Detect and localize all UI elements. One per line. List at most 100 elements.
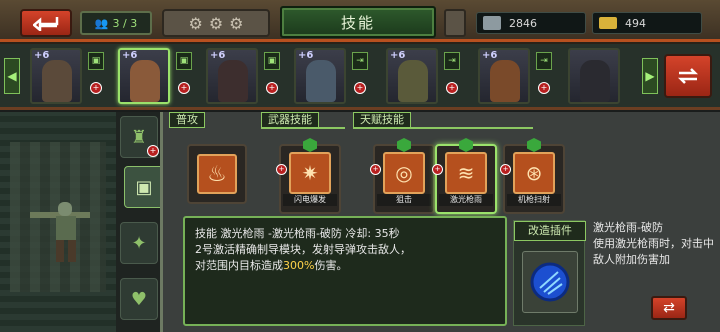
- notification-dot: +: [446, 82, 458, 94]
- exit-icon: ⇥: [352, 52, 368, 70]
- skill-name: 激光枪雨: [439, 194, 493, 206]
- scroll-left-arrow[interactable]: ◀: [4, 58, 20, 94]
- notification-dot: +: [432, 164, 443, 175]
- lightbulb-icon: ✦: [131, 232, 147, 254]
- skill-icon: ⊛: [513, 152, 555, 194]
- hero-card[interactable]: +6: [386, 48, 438, 104]
- back-arrow-icon: [33, 17, 59, 31]
- page-title: 技能: [280, 6, 436, 38]
- person-icon: ▣: [88, 52, 104, 70]
- heart-person-icon: ♥: [130, 288, 148, 310]
- hero-portrait: [306, 60, 336, 102]
- skill-description: 技能 激光枪雨 -激光枪雨-破防 冷却: 35秒 2号激活精确制导模块，发射导弹…: [183, 216, 507, 326]
- notification-dot: +: [266, 82, 278, 94]
- notification-dot: +: [276, 164, 287, 175]
- person-icon: ▣: [176, 52, 192, 70]
- top-bar: 👥 3 / 3 ⚙ ⚙ ⚙ 技能 2846 494: [0, 0, 720, 44]
- skill-slot[interactable]: ≋ 激光枪雨 +: [432, 138, 497, 222]
- notification-dot: +: [538, 82, 550, 94]
- gear-icon: ⚙: [229, 13, 244, 33]
- hero-card[interactable]: [568, 48, 620, 104]
- blue-orb-chip-icon: [530, 262, 570, 302]
- hero-level: +6: [298, 50, 314, 61]
- exit-icon: ⇥: [536, 52, 552, 70]
- tab-skills[interactable]: ▣: [124, 166, 164, 208]
- notification-dot: +: [147, 145, 159, 157]
- hero-portrait: [398, 60, 428, 102]
- category-talent: 天赋技能: [353, 112, 411, 128]
- notification-dot: +: [500, 164, 511, 175]
- hero-level: +6: [210, 50, 226, 61]
- squad-icon: 👥: [94, 16, 109, 30]
- ammo-resource: 2846: [476, 12, 586, 34]
- chevron-left-icon: ◀: [7, 69, 17, 83]
- skill-name: 闪电爆发: [283, 194, 337, 206]
- chevron-right-icon: ▶: [645, 69, 655, 83]
- hero-card[interactable]: +6: [294, 48, 346, 104]
- skill-slot[interactable]: ◎ 狙击 +: [370, 138, 435, 222]
- gear-icon: ⚙: [188, 13, 203, 33]
- gear-icon: ⚙: [208, 13, 224, 33]
- notification-dot: +: [354, 82, 366, 94]
- skill-book-icon: ▣: [135, 176, 153, 198]
- back-button[interactable]: [20, 9, 72, 37]
- person-icon: ▣: [264, 52, 280, 70]
- skill-icon: ✷: [289, 152, 331, 194]
- tab-talent[interactable]: ✦: [120, 222, 158, 264]
- swap-button[interactable]: [664, 54, 712, 98]
- category-underline: [261, 127, 345, 129]
- soldier-icon: ♜: [130, 126, 148, 148]
- module-name: 激光枪雨-破防: [593, 221, 663, 234]
- hero-card[interactable]: +6: [478, 48, 530, 104]
- hero-level: +6: [34, 50, 50, 61]
- category-underline: [353, 127, 533, 129]
- gold-bar-icon: [599, 17, 617, 29]
- fire-swirl-icon: ♨: [197, 154, 237, 194]
- skill-name: 狙击: [377, 194, 431, 206]
- skill-desc-line: 2号激活精确制导模块，发射导弹攻击敌人，: [195, 243, 411, 256]
- hero-portrait: [218, 60, 248, 102]
- skill-header-line: 技能 激光枪雨 -激光枪雨-破防 冷却: 35秒: [195, 227, 400, 240]
- skill-icon: ◎: [383, 152, 425, 194]
- notification-dot: +: [178, 82, 190, 94]
- side-tabs: ♜ + ▣ ✦ ♥: [116, 112, 164, 332]
- squad-count: 3 / 3: [112, 16, 138, 30]
- gear-decoration: ⚙ ⚙ ⚙: [162, 9, 270, 37]
- module-title: 改造插件: [514, 221, 586, 241]
- exit-icon: ⇥: [444, 52, 460, 70]
- decoration-box: [444, 9, 466, 37]
- hero-portrait: [130, 60, 160, 102]
- module-panel: 改造插件: [513, 220, 586, 326]
- skill-slot[interactable]: ✷ 闪电爆发 +: [276, 138, 341, 222]
- ammo-icon: [483, 16, 501, 30]
- ammo-count: 2846: [509, 16, 537, 30]
- skill-name: 机枪扫射: [507, 194, 561, 206]
- module-swap-button[interactable]: ⇄: [651, 296, 687, 320]
- hero-portrait: [42, 60, 72, 102]
- squad-counter: 👥 3 / 3: [80, 11, 152, 35]
- gold-resource: 494: [592, 12, 702, 34]
- swap-icon: ⇄: [663, 300, 675, 316]
- scroll-right-arrow[interactable]: ▶: [642, 58, 658, 94]
- soldier-portrait: [30, 202, 90, 262]
- hero-portrait: [490, 60, 520, 102]
- skill-slot[interactable]: ⊛ 机枪扫射 +: [500, 138, 565, 222]
- notification-dot: +: [370, 164, 381, 175]
- skill-damage-line: 对范围内目标造成300%伤害。: [195, 259, 348, 272]
- hero-strip: ◀ +6 ▣ + +6 ▣ + +6 ▣ + +6 ⇥ + +6 ⇥ + +6 ⇥ + ▶: [0, 44, 720, 110]
- hero-card[interactable]: +6: [118, 48, 170, 104]
- tab-affinity[interactable]: ♥: [120, 278, 158, 320]
- skill-icon: ≋: [445, 152, 487, 194]
- skill-slot-basic[interactable]: ♨: [187, 144, 247, 204]
- swap-icon: [677, 68, 699, 84]
- hero-level: +6: [122, 50, 138, 61]
- module-chip[interactable]: [522, 251, 578, 313]
- hero-card[interactable]: +6: [206, 48, 258, 104]
- notification-dot: +: [90, 82, 102, 94]
- tab-profile[interactable]: ♜ +: [120, 116, 159, 158]
- category-basic: 普攻: [169, 112, 205, 128]
- hero-level: +6: [390, 50, 406, 61]
- hero-card[interactable]: +6: [30, 48, 82, 104]
- hero-level: +6: [482, 50, 498, 61]
- hero-portrait: [580, 60, 610, 102]
